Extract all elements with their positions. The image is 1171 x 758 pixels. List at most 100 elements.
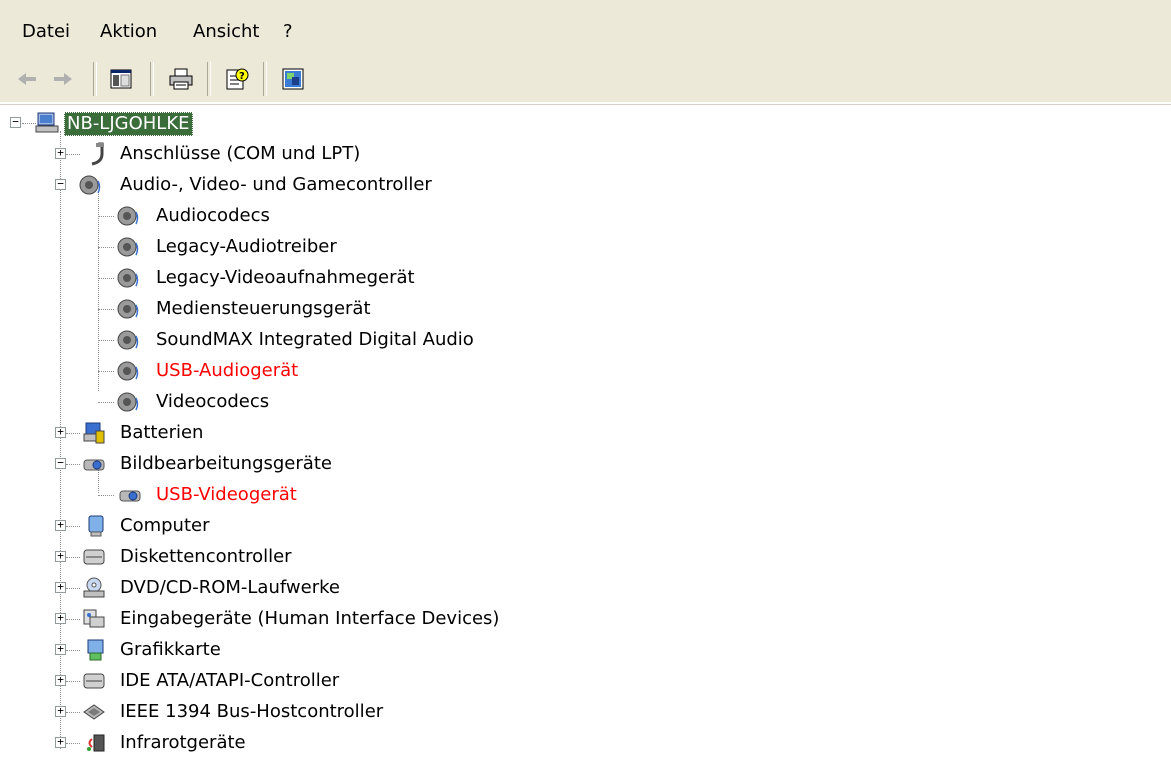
toolbar-separator [93,62,97,96]
tree-item-computer[interactable]: + Computer [0,511,600,541]
properties-button[interactable] [278,64,308,94]
tree-subitem-label: USB-Audiogerät [156,360,299,381]
tree-subitem[interactable]: SoundMAX Integrated Digital Audio [0,325,600,355]
collapse-icon[interactable]: − [10,116,21,128]
help-button[interactable]: ? [222,64,252,94]
tree-subitem-error[interactable]: USB-Audiogerät [0,356,600,386]
drive-controller-icon [83,549,105,565]
tree-guide-line [98,309,114,310]
menu-help[interactable]: ? [283,20,293,44]
expand-icon[interactable]: + [55,612,66,624]
tree-item-ide[interactable]: + IDE ATA/ATAPI-Controller [0,666,600,696]
show-hide-console-tree-icon [110,69,132,89]
back-button[interactable] [12,64,42,94]
tree-item-label: Batterien [120,422,204,443]
tree-guide-line [66,433,80,434]
tree-item-floppy[interactable]: + Diskettencontroller [0,542,600,572]
toolbar-divider [0,102,1171,105]
tree-item-label: IDE ATA/ATAPI-Controller [120,670,340,691]
help-icon: ? [226,68,249,90]
forward-button[interactable] [48,64,78,94]
expand-icon[interactable]: + [55,736,66,748]
camera-icon [83,459,105,471]
input-device-icon [83,609,105,628]
tree-subitem[interactable]: Videocodecs [0,387,600,417]
tree-item-label: Bildbearbeitungsgeräte [120,453,332,474]
forward-icon [54,73,72,85]
tree-item-label: IEEE 1394 Bus-Hostcontroller [120,701,384,722]
expand-icon[interactable]: + [55,705,66,717]
tree-guide-line [66,712,80,713]
menu-aktion[interactable]: Aktion [100,20,157,44]
toolbar-separator [150,62,154,96]
tree-item-hid[interactable]: + Eingabegeräte (Human Interface Devices… [0,604,700,634]
tree-guide-line [66,464,80,465]
tree-root[interactable]: − NB-LJGOHLKE [0,108,400,138]
tree-guide-line [66,650,80,651]
tree-subitem[interactable]: Mediensteuerungsgerät [0,294,600,324]
tree-guide-line [98,278,114,279]
tree-item-batteries[interactable]: + Batterien [0,418,600,448]
menu-ansicht[interactable]: Ansicht [193,20,259,44]
tree-item-label: Grafikkarte [120,639,221,660]
tree-item-label: Infrarotgeräte [120,732,246,753]
tree-guide-line [66,619,80,620]
tree-subitem-label: SoundMAX Integrated Digital Audio [156,329,474,350]
speaker-icon [79,175,101,195]
collapse-icon[interactable]: − [55,178,66,190]
tree-guide-line [66,526,80,527]
display-adapter-icon [87,639,104,661]
tree-subitem[interactable]: Legacy-Videoaufnahmegerät [0,263,600,293]
menu-bar: Datei Aktion Ansicht ? [0,0,1171,56]
expand-icon[interactable]: + [55,550,66,562]
speaker-icon [117,268,139,288]
tree-item-imaging[interactable]: − Bildbearbeitungsgeräte [0,449,600,479]
back-icon [18,73,36,85]
tree-subitem[interactable]: Audiocodecs [0,201,600,231]
tree-item-dvd[interactable]: + DVD/CD-ROM-Laufwerke [0,573,600,603]
monitor-icon [88,515,104,537]
tree-item-infrared[interactable]: + Infrarotgeräte [0,728,600,758]
tree-guide-line [66,681,80,682]
tree-guide-line [98,247,114,248]
speaker-icon [117,237,139,257]
tree-guide-line [66,154,80,155]
tree-item-graphics[interactable]: + Grafikkarte [0,635,600,665]
tree-guide-line [98,340,114,341]
expand-icon[interactable]: + [55,519,66,531]
expand-icon[interactable]: + [55,674,66,686]
tree-item-label: Diskettencontroller [120,546,292,567]
computer-icon [35,112,59,133]
speaker-icon [117,330,139,350]
tree-item-audio[interactable]: − Audio-, Video- und Gamecontroller [0,170,600,200]
tree-item-ports[interactable]: + Anschlüsse (COM und LPT) [0,139,500,169]
tree-item-label: Audio-, Video- und Gamecontroller [120,174,432,195]
tree-subitem[interactable]: Legacy-Audiotreiber [0,232,600,262]
tree-root-label[interactable]: NB-LJGOHLKE [64,112,193,136]
cd-drive-icon [83,577,105,598]
camera-icon [119,490,141,502]
menu-datei[interactable]: Datei [22,20,70,44]
tree-item-ieee1394[interactable]: + IEEE 1394 Bus-Hostcontroller [0,697,600,727]
expand-icon[interactable]: + [55,147,66,159]
tree-item-label: Computer [120,515,210,536]
device-tree: − NB-LJGOHLKE + Anschlüsse (COM und LPT)… [0,108,1171,753]
tree-subitem-label: Mediensteuerungsgerät [156,298,371,319]
tree-subitem-error[interactable]: USB-Videogerät [0,480,600,510]
speaker-icon [117,299,139,319]
tree-guide-line [98,495,114,496]
expand-icon[interactable]: + [55,581,66,593]
tree-guide-line [98,402,114,403]
tree-item-label: Anschlüsse (COM und LPT) [120,143,361,164]
drive-controller-icon [83,673,105,689]
tree-subitem-label: Audiocodecs [156,205,270,226]
console-tree-button[interactable] [106,64,136,94]
speaker-icon [117,361,139,381]
expand-icon[interactable]: + [55,643,66,655]
tree-guide-line [66,557,80,558]
collapse-icon[interactable]: − [55,457,66,469]
tree-subitem-label: USB-Videogerät [156,484,297,505]
print-button[interactable] [166,64,196,94]
tree-subitem-label: Videocodecs [156,391,270,412]
expand-icon[interactable]: + [55,426,66,438]
